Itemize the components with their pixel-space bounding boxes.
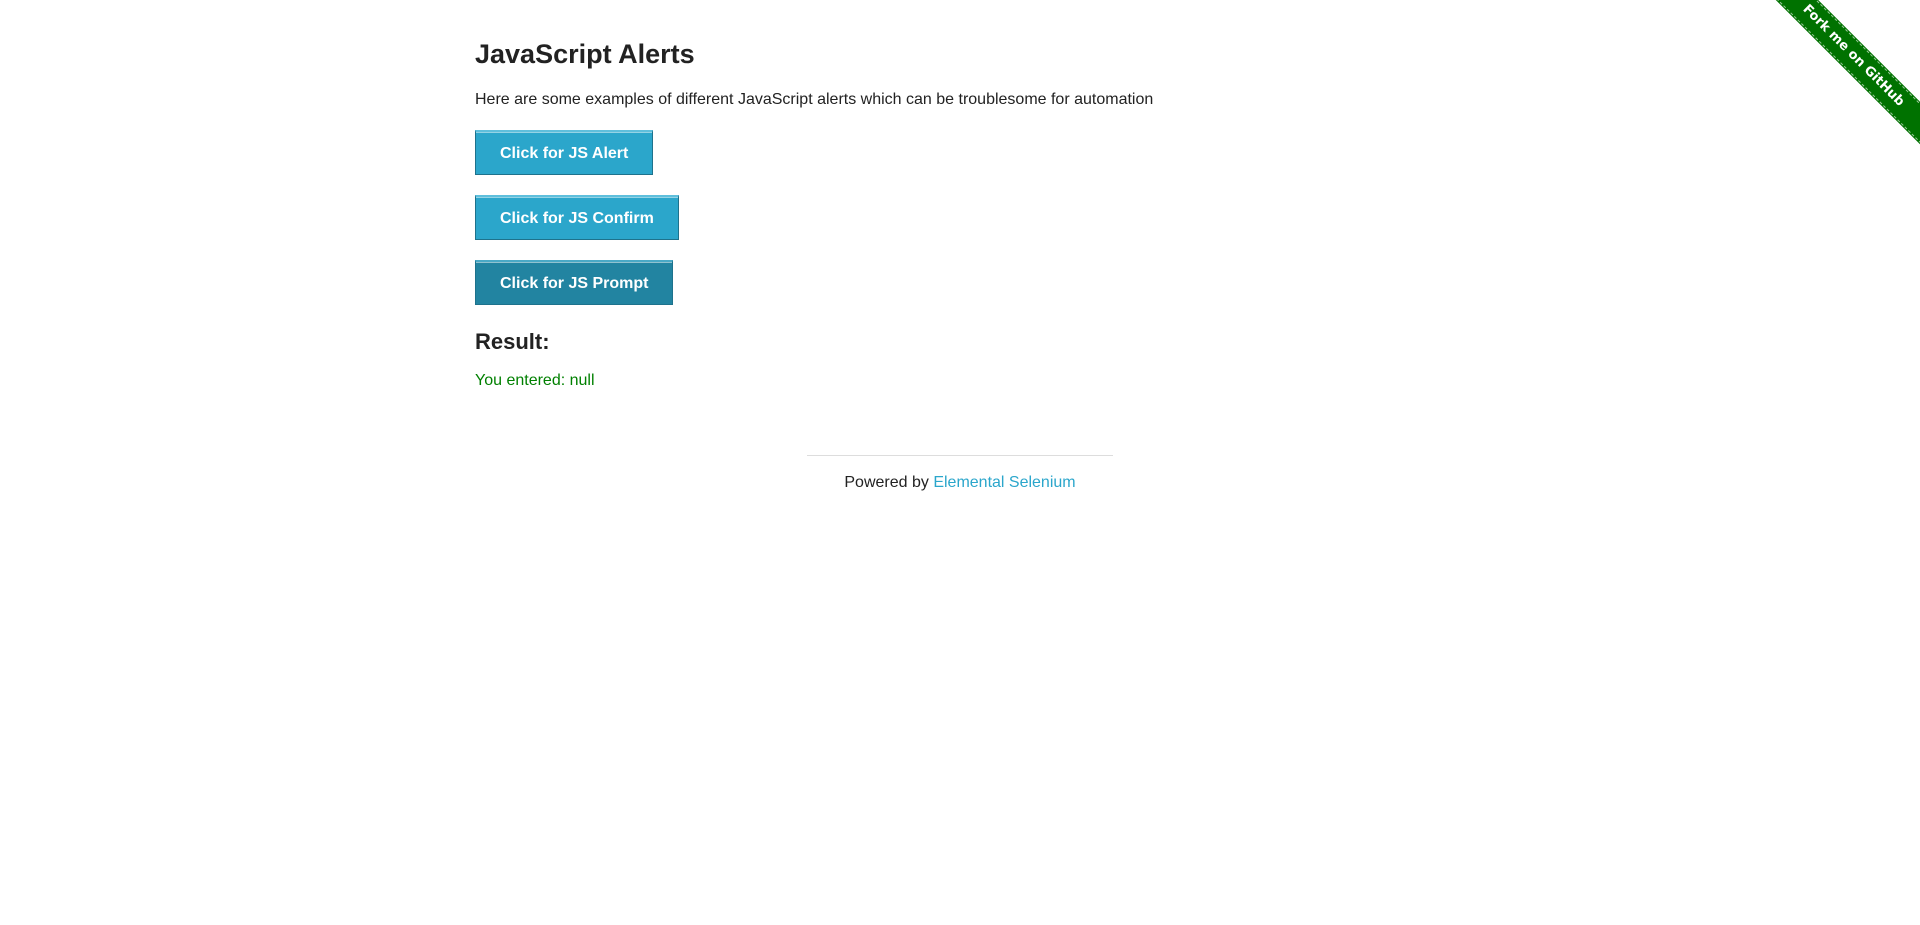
js-confirm-button[interactable]: Click for JS Confirm [475,195,679,240]
alert-button-list: Click for JS Alert Click for JS Confirm … [475,130,1275,305]
fork-me-github-link[interactable]: Fork me on GitHub [1771,0,1920,149]
page-footer: Powered by Elemental Selenium [807,455,1113,493]
github-ribbon: Fork me on GitHub [1771,0,1920,149]
elemental-selenium-link[interactable]: Elemental Selenium [933,474,1075,491]
list-item: Click for JS Prompt [475,260,1275,305]
js-prompt-button[interactable]: Click for JS Prompt [475,260,674,305]
result-heading: Result: [475,329,550,354]
result-text: You entered: null [475,372,595,389]
list-item: Click for JS Confirm [475,195,1275,240]
page-title: JavaScript Alerts [475,39,695,69]
js-alert-button[interactable]: Click for JS Alert [475,130,654,175]
intro-text: Here are some examples of different Java… [475,91,1154,108]
main-content: JavaScript Alerts Here are some examples… [475,34,1275,391]
footer-prefix: Powered by [844,474,934,491]
list-item: Click for JS Alert [475,130,1275,175]
